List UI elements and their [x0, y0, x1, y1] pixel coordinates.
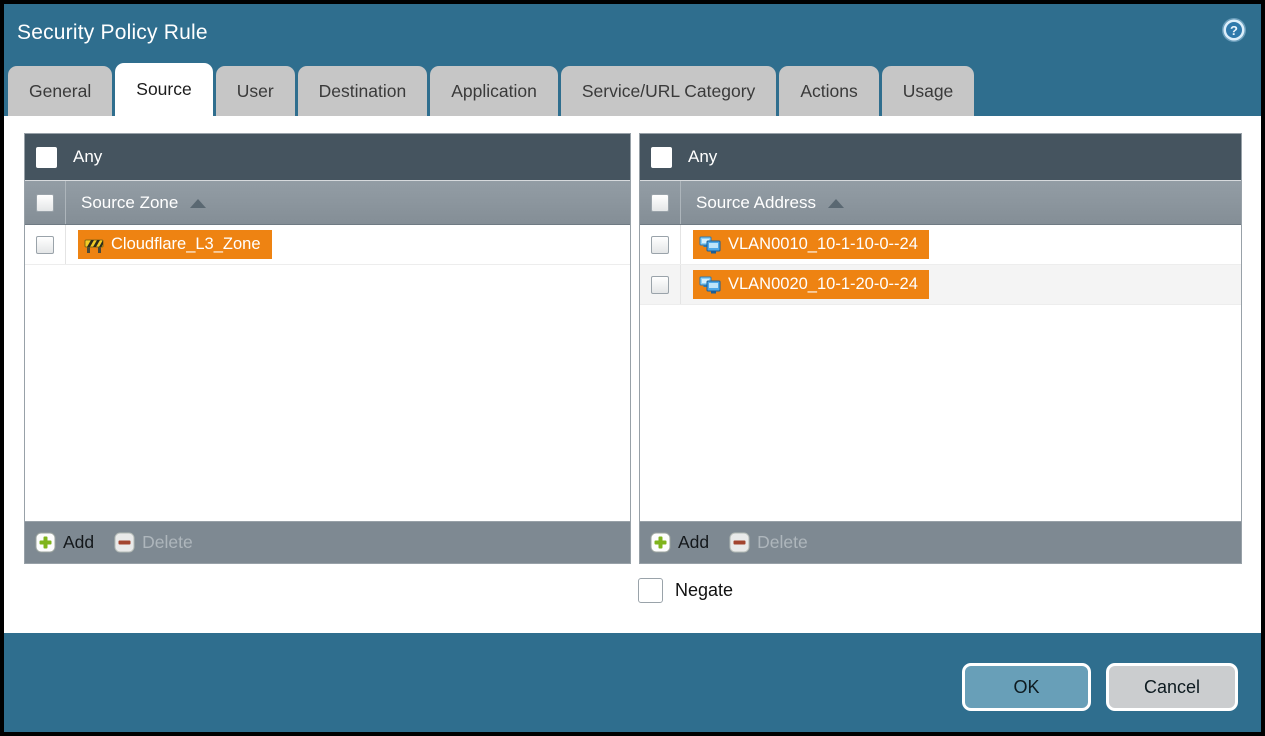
table-row: VLAN0020_10-1-20-0--24 — [640, 265, 1241, 305]
security-policy-rule-dialog: Security Policy Rule ? General Source Us… — [4, 4, 1261, 732]
address-icon — [699, 236, 721, 253]
delete-button: Delete — [114, 532, 193, 553]
source-address-any-bar: Any — [640, 134, 1241, 181]
tab-service-url-category[interactable]: Service/URL Category — [560, 66, 777, 116]
svg-text:?: ? — [1230, 23, 1238, 38]
source-zone-panel-footer: Add Delete — [25, 521, 630, 563]
dialog-footer: OK Cancel — [4, 633, 1261, 732]
source-address-header[interactable]: Source Address — [681, 181, 845, 224]
add-button[interactable]: Add — [650, 532, 709, 553]
tab-actions[interactable]: Actions — [779, 66, 879, 116]
tab-usage[interactable]: Usage — [881, 66, 975, 116]
titlebar: Security Policy Rule ? — [4, 4, 1261, 62]
source-address-rows: VLAN0010_10-1-10-0--24 VLAN0020_10-1-20-… — [640, 225, 1241, 521]
source-address-any-label: Any — [688, 147, 718, 166]
zone-name: Cloudflare_L3_Zone — [111, 235, 261, 253]
plus-icon — [35, 532, 56, 553]
source-address-column-header: Source Address — [640, 181, 1241, 225]
tab-destination[interactable]: Destination — [297, 66, 428, 116]
tab-general[interactable]: General — [8, 66, 113, 116]
plus-icon — [650, 532, 671, 553]
address-value-chip[interactable]: VLAN0020_10-1-20-0--24 — [693, 270, 929, 299]
address-icon — [699, 276, 721, 293]
source-address-panel-footer: Add Delete — [640, 521, 1241, 563]
zone-value-chip[interactable]: Cloudflare_L3_Zone — [78, 230, 272, 259]
table-row: Cloudflare_L3_Zone — [25, 225, 630, 265]
source-tab-content: Any Source Zone Cloudflare_L3_Zone Add D… — [4, 116, 1261, 633]
source-zone-any-bar: Any — [25, 134, 630, 181]
source-zone-panel: Any Source Zone Cloudflare_L3_Zone Add D… — [24, 133, 631, 564]
ok-button[interactable]: OK — [962, 663, 1091, 711]
add-button[interactable]: Add — [35, 532, 94, 553]
source-address-any-checkbox[interactable] — [651, 146, 672, 168]
row-checkbox[interactable] — [36, 235, 54, 254]
row-checkbox[interactable] — [651, 235, 669, 254]
sort-ascending-icon — [828, 199, 845, 208]
address-name: VLAN0020_10-1-20-0--24 — [728, 275, 918, 293]
address-value-chip[interactable]: VLAN0010_10-1-10-0--24 — [693, 230, 929, 259]
source-address-select-all-checkbox[interactable] — [651, 193, 669, 212]
source-zone-column-header: Source Zone — [25, 181, 630, 225]
tab-application[interactable]: Application — [430, 66, 558, 116]
help-icon[interactable]: ? — [1219, 15, 1249, 45]
cancel-button[interactable]: Cancel — [1106, 663, 1238, 711]
tab-user[interactable]: User — [215, 66, 295, 116]
source-zone-any-checkbox[interactable] — [36, 146, 57, 168]
negate-label: Negate — [675, 580, 734, 600]
source-address-panel: Any Source Address VLAN0010_10-1-10-0--2… — [639, 133, 1242, 564]
zone-icon — [84, 239, 104, 253]
source-zone-select-all-checkbox[interactable] — [36, 193, 54, 212]
dialog-title: Security Policy Rule — [17, 21, 208, 44]
row-checkbox[interactable] — [651, 275, 669, 294]
source-zone-rows: Cloudflare_L3_Zone — [25, 225, 630, 521]
minus-icon — [729, 532, 750, 553]
minus-icon — [114, 532, 135, 553]
table-row: VLAN0010_10-1-10-0--24 — [640, 225, 1241, 265]
negate-control: Negate — [638, 578, 733, 603]
delete-button: Delete — [729, 532, 808, 553]
tab-source[interactable]: Source — [115, 63, 213, 116]
source-zone-header[interactable]: Source Zone — [66, 181, 207, 224]
sort-ascending-icon — [190, 199, 207, 208]
tab-bar: General Source User Destination Applicat… — [8, 63, 1261, 116]
negate-checkbox[interactable] — [638, 578, 663, 603]
address-name: VLAN0010_10-1-10-0--24 — [728, 235, 918, 253]
source-zone-any-label: Any — [73, 147, 103, 166]
